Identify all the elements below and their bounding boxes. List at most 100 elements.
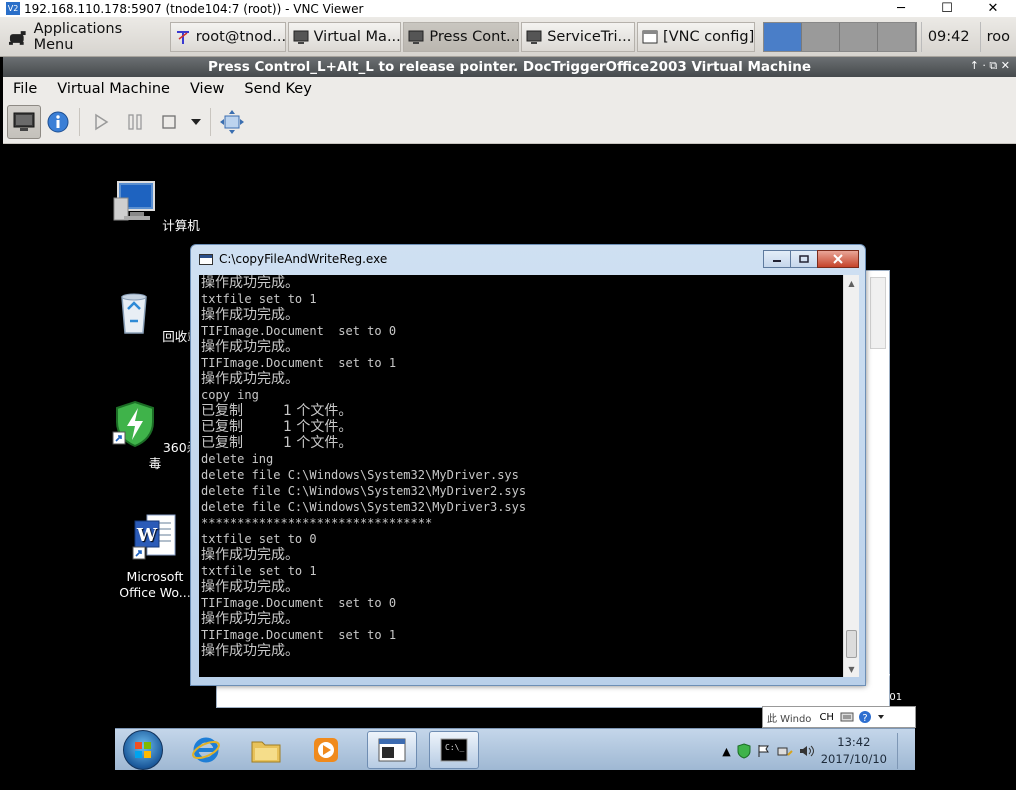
vnc-window-title: 192.168.110.178:5907 (tnode104:7 (root))… xyxy=(24,1,364,16)
background-text: 501 xyxy=(883,692,903,703)
console-view-button[interactable] xyxy=(7,105,41,139)
console-close-button[interactable] xyxy=(817,250,859,268)
monitor-icon xyxy=(13,112,35,131)
console-line: 已复制 1 个文件。 xyxy=(201,403,353,419)
network-icon[interactable] xyxy=(777,744,793,758)
menu-file[interactable]: File xyxy=(3,81,47,97)
window-icon xyxy=(642,30,658,43)
minimize-icon xyxy=(773,260,781,262)
system-tray: ▲ 13:42 2017/10/10 xyxy=(722,733,907,769)
fullscreen-button[interactable] xyxy=(215,105,249,139)
console-title: C:\copyFileAndWriteReg.exe xyxy=(219,252,388,266)
desktop-icon-360-antivirus[interactable]: 360杀毒 xyxy=(110,400,200,472)
taskbar-media-player[interactable] xyxy=(301,731,351,769)
workspace-4[interactable] xyxy=(877,22,916,51)
menu-virtual-machine[interactable]: Virtual Machine xyxy=(47,81,180,97)
applications-menu[interactable]: Applications Menu xyxy=(0,17,170,56)
show-desktop-button[interactable] xyxy=(897,733,907,769)
console-output[interactable]: 操作成功完成。 txtfile set to 1 操作成功完成。 TIFImage.D… xyxy=(199,275,843,677)
shutdown-dropdown-button[interactable] xyxy=(186,105,206,139)
console-window[interactable]: C:\copyFileAndWriteReg.exe 操作成功完成。 txtfil… xyxy=(190,244,866,686)
workspace-2[interactable] xyxy=(801,22,840,51)
console-line: 已复制 1 个文件。 xyxy=(201,435,353,451)
vnc-minimize-button[interactable]: ─ xyxy=(878,0,924,17)
scroll-up-arrow-icon[interactable]: ▲ xyxy=(844,275,859,291)
svg-text:C:\_: C:\_ xyxy=(445,743,464,752)
maximize-icon xyxy=(799,255,809,263)
console-line: delete file C:\Windows\System32\MyDriver… xyxy=(201,500,527,514)
shutdown-button[interactable] xyxy=(152,105,186,139)
volume-icon[interactable] xyxy=(799,744,815,758)
svg-text:?: ? xyxy=(862,713,867,724)
desktop-icon-computer[interactable]: 计算机 xyxy=(110,178,200,234)
help-icon[interactable]: ? xyxy=(858,710,872,724)
panel-clock[interactable]: 09:42 xyxy=(920,21,976,52)
window-app-icon xyxy=(378,738,406,762)
run-button[interactable] xyxy=(84,105,118,139)
vnc-close-button[interactable]: ✕ xyxy=(970,0,1016,17)
stop-icon xyxy=(162,115,176,129)
scroll-thumb[interactable] xyxy=(846,630,857,658)
shield-icon xyxy=(112,400,154,448)
console-maximize-button[interactable] xyxy=(790,250,818,268)
pause-button[interactable] xyxy=(118,105,152,139)
vnc-maximize-button[interactable]: ☐ xyxy=(924,0,970,17)
console-line: ******************************** xyxy=(201,516,433,530)
desktop-icon-recycle-bin[interactable]: 回收站 xyxy=(110,289,200,345)
taskbar-internet-explorer[interactable] xyxy=(181,731,231,769)
pause-icon xyxy=(128,114,142,130)
vnc-viewer-screen: V2 192.168.110.178:5907 (tnode104:7 (roo… xyxy=(0,0,1016,790)
computer-icon xyxy=(113,181,156,221)
task-terminal[interactable]: root@tnod... xyxy=(169,21,286,52)
console-window-icon xyxy=(199,253,213,265)
scroll-down-arrow-icon[interactable]: ▼ xyxy=(844,661,859,677)
close-icon xyxy=(833,254,843,264)
task-label: Press Cont... xyxy=(429,28,520,45)
details-view-button[interactable] xyxy=(41,105,75,139)
console-title-bar[interactable]: C:\copyFileAndWriteReg.exe xyxy=(199,252,387,266)
action-center-flag-icon[interactable] xyxy=(757,744,771,758)
menu-view[interactable]: View xyxy=(180,81,234,97)
console-minimize-button[interactable] xyxy=(763,250,791,268)
internet-explorer-icon xyxy=(192,737,220,763)
taskbar-explorer[interactable] xyxy=(241,731,291,769)
console-line: TIFImage.Document set to 1 xyxy=(201,356,397,370)
vm-toolbar xyxy=(3,101,1016,144)
vm-window-buttons[interactable]: ↑ · ⧉ ✕ xyxy=(970,59,1010,73)
options-menu-icon[interactable] xyxy=(876,710,886,724)
monitor-icon xyxy=(293,30,309,44)
desktop-icon-word[interactable]: W Microsoft Office Wo... xyxy=(110,513,200,601)
applications-menu-label: Applications Menu xyxy=(33,20,123,53)
task-vm-console[interactable]: Press Cont... xyxy=(403,21,520,52)
keyboard-icon[interactable] xyxy=(840,711,854,723)
console-scrollbar[interactable]: ▲ ▼ xyxy=(843,275,859,677)
show-hidden-icons-button[interactable]: ▲ xyxy=(722,745,730,758)
task-virtual-machine-manager[interactable]: Virtual Ma... xyxy=(287,21,402,52)
shield-tray-icon[interactable] xyxy=(737,743,751,759)
task-servicetrigger[interactable]: ServiceTri... xyxy=(521,21,636,52)
console-line: TIFImage.Document set to 0 xyxy=(201,596,397,610)
workspace-3[interactable] xyxy=(839,22,878,51)
language-bar[interactable]: 此 Windo CH ? xyxy=(762,706,916,728)
taskbar-clock[interactable]: 13:42 2017/10/10 xyxy=(821,734,887,768)
console-line: 操作成功完成。 xyxy=(201,579,299,595)
menu-send-key[interactable]: Send Key xyxy=(234,81,321,97)
panel-user[interactable]: roo xyxy=(979,21,1016,52)
workspace-switcher[interactable] xyxy=(762,21,917,52)
terminal-t-icon xyxy=(176,30,189,44)
desktop-icon-label: 计算机 xyxy=(162,218,200,233)
task-label: [VNC config] xyxy=(663,28,755,45)
console-line: 已复制 1 个文件。 xyxy=(201,419,353,435)
workspace-1[interactable] xyxy=(763,22,802,51)
language-indicator[interactable]: CH xyxy=(819,712,834,723)
console-line: 操作成功完成。 xyxy=(201,643,299,659)
console-line: copy ing xyxy=(201,388,259,402)
taskbar-virtual-machine-window[interactable] xyxy=(367,731,417,769)
background-window-scrollbar[interactable] xyxy=(870,277,886,349)
play-icon xyxy=(95,113,109,131)
task-vnc-config[interactable]: [VNC config] xyxy=(637,21,755,52)
start-button[interactable] xyxy=(123,730,163,770)
host-panel: Applications Menu root@tnod... Virtual M… xyxy=(0,17,1016,57)
task-label: ServiceTri... xyxy=(547,28,632,45)
taskbar-console-window[interactable]: C:\_ xyxy=(429,731,479,769)
